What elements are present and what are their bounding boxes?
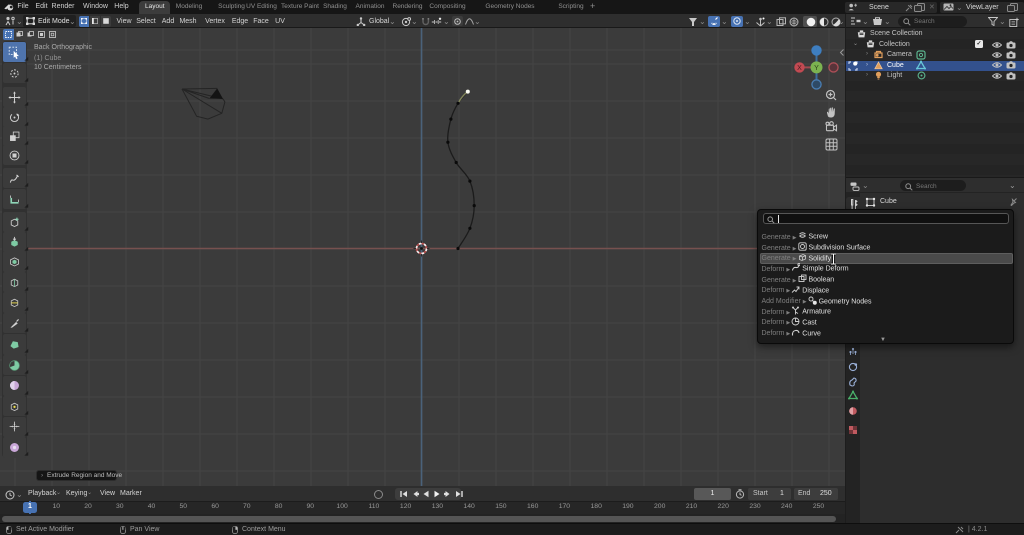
svg-text:X: X	[797, 65, 802, 72]
svg-text:Y: Y	[814, 65, 819, 72]
